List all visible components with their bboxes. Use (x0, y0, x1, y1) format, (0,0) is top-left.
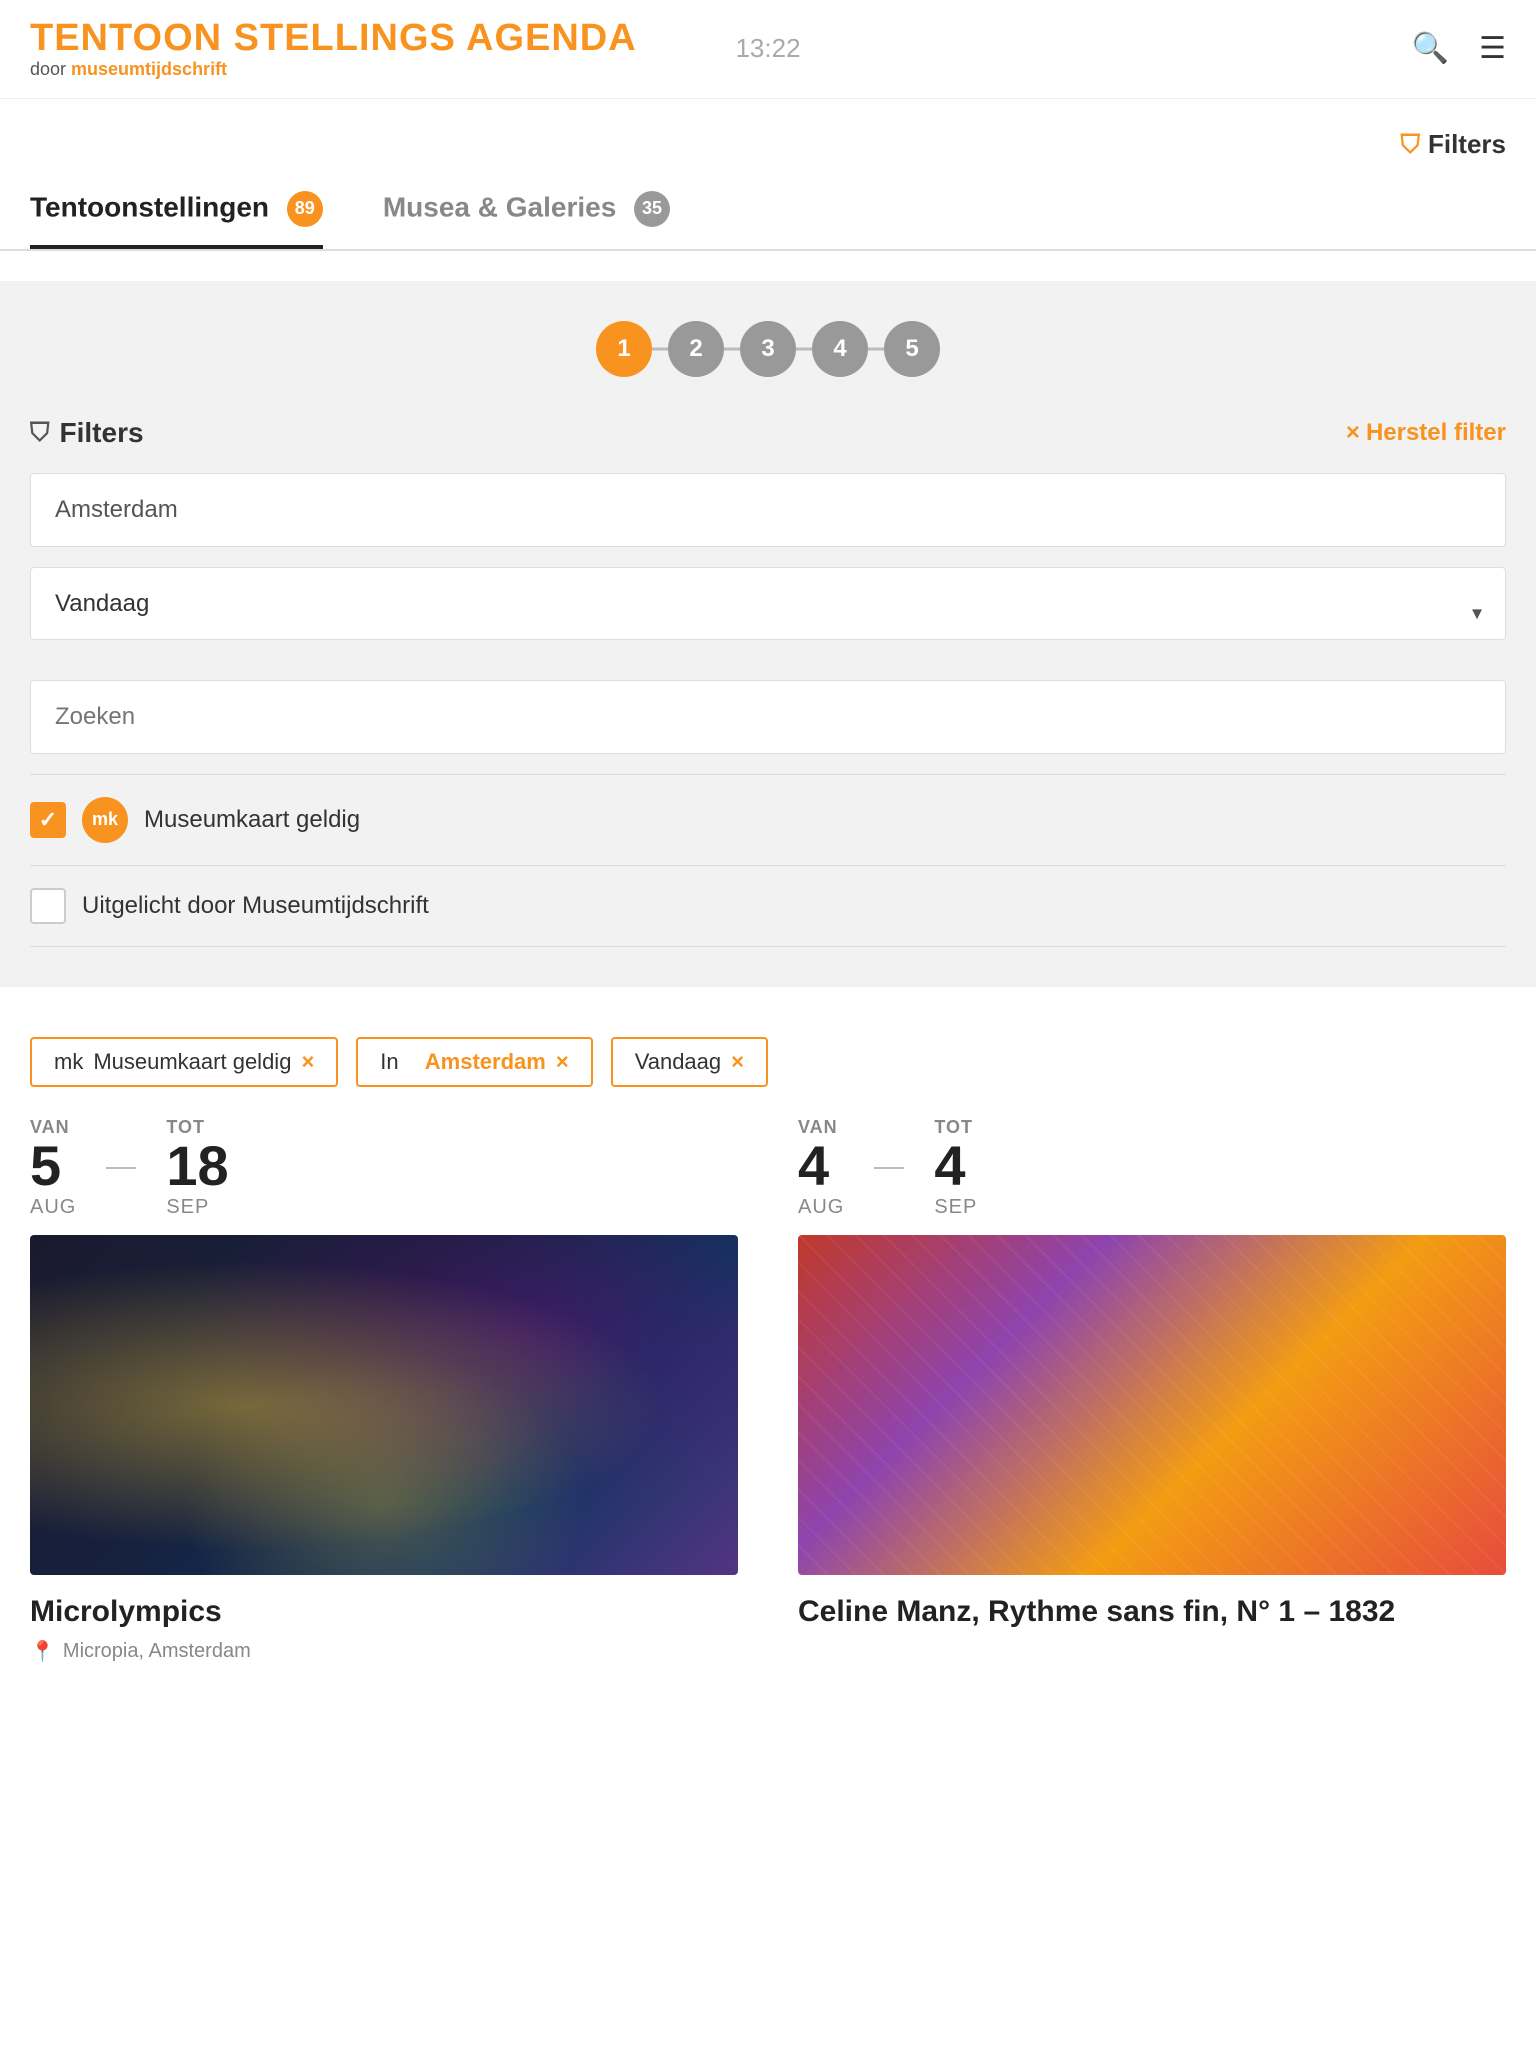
date-range-van-1: VAN 5 AUG (30, 1117, 76, 1219)
date-select[interactable]: Vandaag Morgen Dit weekend Deze week (30, 567, 1506, 640)
logo: TENTOON STELLINGS AGENDA door museumtijd… (30, 18, 637, 80)
herstel-x-icon: × (1346, 419, 1360, 447)
van-day-1: 5 (30, 1138, 76, 1194)
filter-chip-amsterdam: In Amsterdam × (356, 1037, 592, 1087)
filter-funnel-icon: ⛉ (30, 417, 50, 449)
exhibition-image-2 (798, 1235, 1506, 1575)
exhibition-title-2: Celine Manz, Rythme sans fin, N° 1 – 183… (798, 1595, 1506, 1629)
chip-amsterdam-close[interactable]: × (556, 1049, 569, 1075)
exhibition-venue-1: Micropia, Amsterdam (63, 1640, 251, 1663)
date-range-tot-1: TOT 18 SEP (166, 1117, 228, 1219)
chip-mk-text: Museumkaart geldig (93, 1049, 291, 1075)
filter-section: 1 2 3 4 5 ⛉ Filters × Herstel filter Van… (0, 281, 1536, 987)
tab-tentoonstellingen[interactable]: Tentoonstellingen 89 (30, 191, 323, 249)
menu-icon[interactable]: ☰ (1479, 31, 1506, 66)
header-time: 13:22 (735, 33, 800, 64)
tot-day-2: 4 (934, 1138, 977, 1194)
museumkaart-row: mk Museumkaart geldig (30, 774, 1506, 865)
tot-month-1: SEP (166, 1196, 228, 1219)
page-dot-1[interactable]: 1 (596, 321, 652, 377)
filter-icon: ⛉ (1400, 129, 1420, 161)
page-dot-2-label: 2 (689, 335, 702, 363)
logo-brand[interactable]: museumtijdschrift (71, 59, 227, 79)
uitgelicht-checkbox[interactable] (30, 888, 66, 924)
van-month-2: AUG (798, 1196, 844, 1219)
chip-amsterdam-label: Amsterdam (425, 1049, 546, 1075)
header: TENTOON STELLINGS AGENDA door museumtijd… (0, 0, 1536, 99)
pagination: 1 2 3 4 5 (30, 321, 1506, 377)
date-divider-1 (106, 1117, 136, 1219)
chip-amsterdam-prefix: In (380, 1049, 398, 1075)
filter-header: ⛉ Filters × Herstel filter (30, 417, 1506, 449)
tab-tentoonstellingen-badge: 89 (287, 191, 323, 227)
filter-toggle-button[interactable]: ⛉ Filters (1400, 129, 1506, 161)
filter-title-label: Filters (60, 417, 144, 449)
exhibitions-grid: VAN 5 AUG TOT 18 SEP Microlympics 📍 Micr… (0, 1117, 1536, 1744)
filter-chip-museumkaart: mk Museumkaart geldig × (30, 1037, 338, 1087)
tot-day-1: 18 (166, 1138, 228, 1194)
exhibition-location-1: 📍 Micropia, Amsterdam (30, 1639, 738, 1664)
chip-mk-label: mk (54, 1049, 83, 1075)
page-dot-4[interactable]: 4 (812, 321, 868, 377)
page-dot-2[interactable]: 2 (668, 321, 724, 377)
date-select-wrapper: Vandaag Morgen Dit weekend Deze week ▾ (30, 567, 1506, 660)
tot-month-2: SEP (934, 1196, 977, 1219)
exhibition-card-1[interactable]: VAN 5 AUG TOT 18 SEP Microlympics 📍 Micr… (0, 1117, 768, 1704)
exhibition-image-1 (30, 1235, 738, 1575)
filter-button-label: Filters (1428, 129, 1506, 160)
chip-mk-close[interactable]: × (301, 1049, 314, 1075)
tab-musea-badge: 35 (634, 191, 670, 227)
herstel-filter-label: Herstel filter (1366, 419, 1506, 447)
herstel-filter-button[interactable]: × Herstel filter (1346, 419, 1506, 447)
search-icon[interactable]: 🔍 (1412, 31, 1449, 66)
exhibition-title-1: Microlympics (30, 1595, 738, 1629)
active-filters: mk Museumkaart geldig × In Amsterdam × V… (0, 1017, 1536, 1117)
date-range-tot-2: TOT 4 SEP (934, 1117, 977, 1219)
exhibition-card-2[interactable]: VAN 4 AUG TOT 4 SEP Celine Manz, Rythme … (768, 1117, 1536, 1704)
header-actions: 🔍 ☰ (1412, 31, 1506, 66)
chip-vandaag-close[interactable]: × (731, 1049, 744, 1075)
date-divider-2 (874, 1117, 904, 1219)
page-dot-1-label: 1 (617, 335, 630, 363)
filter-chip-vandaag: Vandaag × (611, 1037, 768, 1087)
chip-vandaag-label: Vandaag (635, 1049, 721, 1075)
mk-badge: mk (82, 797, 128, 843)
logo-title: TENTOON STELLINGS AGENDA (30, 18, 637, 60)
search-input[interactable] (30, 680, 1506, 754)
date-range-van-2: VAN 4 AUG (798, 1117, 844, 1219)
page-dot-4-label: 4 (833, 335, 846, 363)
page-dot-3[interactable]: 3 (740, 321, 796, 377)
uitgelicht-label: Uitgelicht door Museumtijdschrift (82, 892, 429, 920)
van-month-1: AUG (30, 1196, 76, 1219)
date-block-1: VAN 5 AUG TOT 18 SEP (30, 1117, 738, 1219)
filter-title: ⛉ Filters (30, 417, 144, 449)
page-dot-3-label: 3 (761, 335, 774, 363)
date-block-2: VAN 4 AUG TOT 4 SEP (798, 1117, 1506, 1219)
museumkaart-label: Museumkaart geldig (144, 806, 360, 834)
page-dot-5-label: 5 (905, 335, 918, 363)
filter-bar: ⛉ Filters (0, 99, 1536, 171)
museumkaart-checkbox[interactable] (30, 802, 66, 838)
page-dot-5[interactable]: 5 (884, 321, 940, 377)
tab-musea[interactable]: Musea & Galeries 35 (383, 191, 670, 249)
tabs-container: Tentoonstellingen 89 Musea & Galeries 35 (0, 171, 1536, 251)
uitgelicht-row: Uitgelicht door Museumtijdschrift (30, 865, 1506, 947)
van-day-2: 4 (798, 1138, 844, 1194)
logo-subtitle: door museumtijdschrift (30, 60, 637, 80)
tab-musea-label: Musea & Galeries (383, 191, 616, 222)
city-input[interactable] (30, 473, 1506, 547)
tab-tentoonstellingen-label: Tentoonstellingen (30, 191, 269, 222)
location-icon-1: 📍 (30, 1639, 55, 1664)
